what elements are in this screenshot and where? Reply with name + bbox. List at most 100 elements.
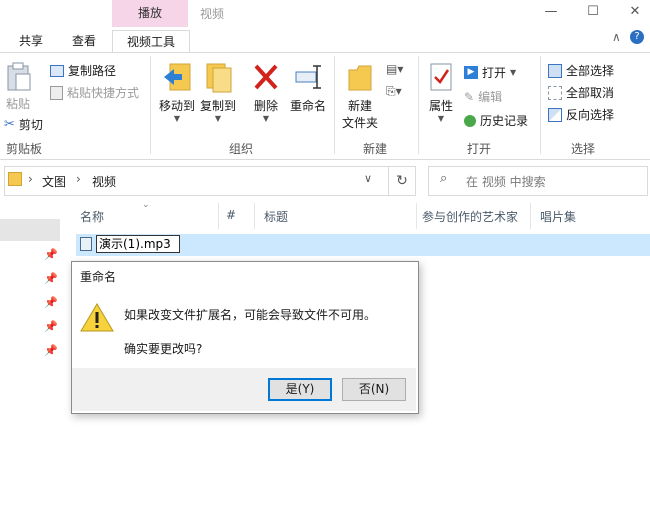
breadcrumb-chevron-icon[interactable]: › (28, 172, 33, 186)
copy-path-label: 复制路径 (68, 64, 117, 78)
pin-icon[interactable]: 📌 (44, 272, 58, 285)
yes-button[interactable]: 是(Y) (268, 378, 332, 401)
maximize-button[interactable]: ☐ (578, 4, 608, 22)
open-label: 打开 (482, 66, 507, 80)
clipboard-group-label: 剪贴板 (5, 142, 42, 156)
copy-to-icon (206, 63, 232, 93)
invert-selection-icon (548, 107, 562, 122)
column-header-number[interactable]: # (226, 208, 236, 222)
edit-button[interactable]: ✎ 编辑 (464, 88, 502, 105)
copy-path-button[interactable]: 复制路径 (50, 62, 116, 79)
cut-label: 剪切 (18, 118, 43, 132)
address-dropdown-icon[interactable]: ∨ (364, 172, 372, 185)
pin-icon[interactable]: 📌 (44, 296, 58, 309)
column-separator[interactable] (530, 203, 531, 229)
rename-label: 重命名 (289, 99, 326, 113)
minimize-button[interactable]: — (536, 4, 566, 22)
column-header-title[interactable]: 标题 (264, 208, 288, 225)
easy-access-icon[interactable]: ⎘▾ (386, 84, 402, 99)
pin-icon[interactable]: 📌 (44, 344, 58, 357)
folder-icon (348, 65, 372, 91)
select-all-button[interactable]: 全部选择 (548, 62, 614, 79)
column-separator[interactable] (218, 203, 219, 229)
delete-label: 删除 (253, 99, 278, 113)
copy-to-button[interactable]: 复制到 ▼ (198, 60, 238, 123)
column-header-artists[interactable]: 参与创作的艺术家 (422, 208, 518, 225)
window-title: 视频 (200, 7, 225, 21)
organize-group-label: 组织 (228, 142, 253, 156)
cut-button[interactable]: ✂ 剪切 (4, 116, 43, 133)
history-label: 历史记录 (480, 114, 529, 128)
dialog-message: 如果改变文件扩展名，可能会导致文件不可用。 (124, 308, 377, 322)
move-to-label: 移动到 (158, 99, 195, 113)
select-all-label: 全部选择 (566, 64, 615, 78)
ribbon-separator (150, 56, 151, 154)
scissors-icon: ✂ (4, 117, 15, 132)
select-group-label: 选择 (570, 142, 595, 156)
paste-shortcut-label: 粘贴快捷方式 (67, 86, 140, 100)
warning-icon (80, 303, 114, 332)
ribbon-separator (334, 56, 335, 154)
properties-label: 属性 (428, 99, 453, 113)
column-separator[interactable] (416, 203, 417, 229)
invert-selection-button[interactable]: 反向选择 (548, 106, 614, 123)
column-header-name[interactable]: 名称 (80, 208, 104, 225)
new-item-icon[interactable]: ▤▾ (386, 62, 403, 76)
clipboard-icon (7, 62, 31, 91)
paste-shortcut-button[interactable]: 粘贴快捷方式 (50, 84, 139, 101)
dialog-title: 重命名 (80, 270, 117, 284)
edit-label: 编辑 (478, 90, 503, 104)
select-none-label: 全部取消 (566, 86, 615, 100)
new-folder-label-2: 文件夹 (341, 116, 378, 130)
select-all-icon (548, 63, 562, 78)
new-folder-button[interactable]: 新建 文件夹 (340, 60, 380, 131)
delete-button[interactable]: 删除 ▼ (250, 60, 282, 123)
paste-shortcut-icon (50, 85, 63, 100)
refresh-icon[interactable]: ↻ (388, 166, 416, 196)
no-button[interactable]: 否(N) (342, 378, 406, 401)
copy-to-label: 复制到 (199, 99, 236, 113)
column-header-album[interactable]: 唱片集 (540, 208, 576, 225)
delete-x-icon (254, 64, 278, 90)
new-folder-label-1: 新建 (347, 99, 372, 113)
tab-view[interactable]: 查看 (62, 30, 106, 52)
copy-path-icon (50, 64, 64, 77)
breadcrumb-item[interactable]: 视频 (92, 173, 116, 190)
column-separator[interactable] (254, 203, 255, 229)
history-button[interactable]: 历史记录 (464, 112, 528, 129)
rename-icon (295, 65, 321, 89)
rename-button[interactable]: 重命名 (288, 60, 328, 114)
edit-icon: ✎ (464, 89, 475, 104)
dialog-question: 确实要更改吗? (124, 342, 203, 356)
media-file-icon (80, 237, 92, 251)
history-icon (464, 114, 476, 127)
move-to-button[interactable]: 移动到 ▼ (157, 60, 197, 123)
rename-input[interactable] (96, 235, 180, 253)
select-none-icon (548, 85, 562, 100)
properties-check-icon (430, 63, 452, 91)
new-group-label: 新建 (362, 142, 387, 156)
open-button[interactable]: ▶ 打开 ▼ (464, 64, 516, 81)
select-none-button[interactable]: 全部取消 (548, 84, 614, 101)
ribbon-separator (540, 56, 541, 154)
search-placeholder[interactable]: 在 视频 中搜索 (466, 173, 546, 190)
search-icon: ⌕ (440, 171, 448, 186)
pin-icon[interactable]: 📌 (44, 320, 58, 333)
pin-icon[interactable]: 📌 (44, 248, 58, 261)
nav-selected-item[interactable] (0, 219, 60, 241)
tab-video-tools[interactable]: 视频工具 (112, 30, 190, 54)
invert-selection-label: 反向选择 (566, 108, 615, 122)
tab-share[interactable]: 共享 (10, 30, 52, 52)
collapse-ribbon-icon[interactable]: ∧ (612, 30, 621, 44)
context-tab-play[interactable]: 播放 (112, 0, 188, 27)
help-icon[interactable]: ? (630, 30, 644, 44)
paste-button[interactable]: 粘贴 (6, 62, 32, 112)
close-button[interactable]: ✕ (620, 4, 650, 22)
folder-icon (8, 172, 22, 186)
open-group-label: 打开 (466, 142, 491, 156)
play-icon: ▶ (464, 66, 478, 79)
properties-button[interactable]: 属性 ▼ (426, 60, 456, 123)
sort-indicator-icon: ⌄ (142, 200, 150, 210)
breadcrumb-item[interactable]: 文图 (42, 173, 66, 190)
breadcrumb-chevron-icon[interactable]: › (76, 172, 81, 186)
